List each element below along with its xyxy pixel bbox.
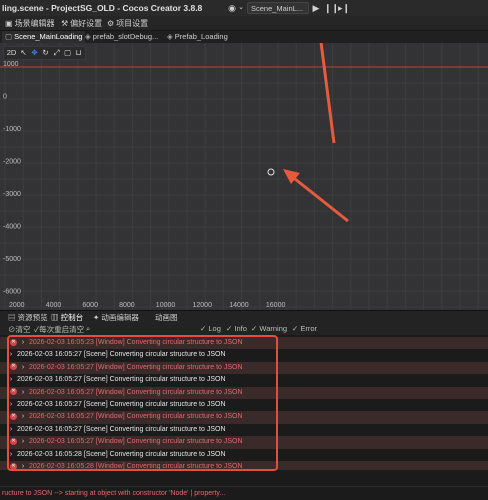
- step-icon[interactable]: ▸❙: [338, 2, 350, 14]
- clear-button[interactable]: ⊘清空: [8, 324, 31, 335]
- x-axis-label: 16000: [266, 302, 286, 309]
- info-filter-toggle[interactable]: ✓ Info: [226, 324, 247, 333]
- clear-on-restart-label: 每次重启清空: [39, 325, 85, 334]
- menu-bar: ▣ 场景编辑器 ⚒ 偏好设置 ⚙ 项目设置: [0, 16, 488, 31]
- tab-label: Scene_MainLoading: [14, 32, 83, 41]
- clear-on-restart-toggle[interactable]: ✓每次重启清空: [34, 324, 84, 335]
- menu-preferences-label: 偏好设置: [70, 19, 103, 28]
- clear-icon: ⊘: [8, 325, 16, 334]
- rotate-icon[interactable]: ↻: [41, 48, 50, 58]
- wrench-icon: ⚒: [61, 19, 69, 28]
- check-icon: ✓: [251, 324, 258, 333]
- window-title: ling.scene - ProjectSG_OLD - Cocos Creat…: [2, 3, 203, 13]
- search-icon[interactable]: ⌕: [86, 324, 90, 334]
- y-axis-label: -6000: [3, 289, 21, 296]
- scene-icon: ▢: [5, 32, 13, 41]
- y-axis-label: 1000: [3, 61, 19, 68]
- tab-label: prefab_slotDebug...: [92, 32, 159, 41]
- log-filter-toggle[interactable]: ✓ Log: [200, 324, 221, 333]
- x-axis-label: 2000: [9, 302, 25, 309]
- menu-scene-editor-label: 场景编辑器: [14, 19, 55, 28]
- x-axis-label: 6000: [82, 302, 98, 309]
- tab-label: 动画图: [155, 313, 178, 322]
- play-icon[interactable]: ▶: [311, 2, 321, 14]
- tab-prefab-loading[interactable]: ◈ Prefab_Loading: [164, 31, 231, 43]
- y-axis-label: -5000: [3, 256, 21, 263]
- menu-project-settings[interactable]: ⚙ 项目设置: [107, 18, 148, 29]
- tab-animation-graph[interactable]: 动画图: [155, 312, 178, 323]
- y-axis-label: -3000: [3, 191, 21, 198]
- tab-label: Prefab_Loading: [174, 32, 228, 41]
- tab-animation-editor[interactable]: ✦ 动画编辑器: [93, 312, 139, 323]
- warning-filter-toggle[interactable]: ✓ Warning: [251, 324, 287, 333]
- pause-icon[interactable]: ❙❙: [324, 2, 339, 14]
- prefab-icon: ◈: [85, 32, 91, 41]
- tab-label: 动画编辑器: [101, 313, 139, 322]
- y-axis-label: -4000: [3, 224, 21, 231]
- console-toolbar: ⊘清空 ✓每次重启清空 ⌕ ✓ Log ✓ Info ✓ Warning ✓ E…: [0, 323, 488, 335]
- move-icon[interactable]: ✥: [30, 48, 39, 58]
- select-icon[interactable]: ↖: [19, 48, 28, 58]
- scene-editor-icon: ▣: [5, 19, 13, 28]
- status-bar: ructure to JSON --> starting at object w…: [0, 486, 488, 500]
- x-axis-label: 10000: [156, 302, 176, 309]
- title-bar: ling.scene - ProjectSG_OLD - Cocos Creat…: [0, 0, 488, 17]
- bottom-tab-bar: ▤ 资源预览 ▥ 控制台 ✦ 动画编辑器 动画图: [0, 310, 488, 323]
- check-icon: ✓: [200, 324, 207, 333]
- annotation-arrow-top: [319, 43, 336, 144]
- animation-icon: ✦: [93, 313, 100, 322]
- log-label: Log: [208, 324, 221, 333]
- scene-tab-bar: ▢ Scene_MainLoading ◈ prefab_slotDebug... …: [0, 31, 488, 44]
- clear-label: 清空: [15, 325, 31, 334]
- tab-label: 控制台: [60, 313, 84, 322]
- asset-preview-icon: ▤: [8, 313, 16, 322]
- scene-grid: 10000-1000-2000-3000-4000-5000-6000-7000…: [0, 43, 488, 310]
- tab-label: 资源预览: [17, 313, 48, 322]
- annotation-highlight-box: [7, 335, 278, 471]
- x-axis-label: 12000: [193, 302, 213, 309]
- y-axis-label: -1000: [3, 126, 21, 133]
- scene-select[interactable]: Scene_MainL...: [247, 2, 309, 14]
- snap-icon[interactable]: ⊔: [74, 48, 83, 58]
- tab-console[interactable]: ▥ 控制台: [51, 312, 83, 323]
- error-filter-toggle[interactable]: ✓ Error: [292, 324, 317, 333]
- check-icon: ✓: [226, 324, 233, 333]
- check-icon: ✓: [292, 324, 299, 333]
- x-axis-label: 14000: [229, 302, 249, 309]
- scene-toolbar: 2D ↖ ✥ ↻ ⤢ ▢ ⊔: [3, 46, 86, 60]
- 2d-toggle[interactable]: 2D: [6, 48, 17, 58]
- scale-icon[interactable]: ⤢: [52, 48, 61, 58]
- y-axis-label: 0: [3, 94, 7, 101]
- menu-project-settings-label: 项目设置: [116, 19, 149, 28]
- warning-label: Warning: [259, 324, 288, 333]
- node-gizmo[interactable]: [267, 168, 275, 176]
- y-axis-label: -2000: [3, 159, 21, 166]
- error-label: Error: [300, 324, 318, 333]
- prefab-icon: ◈: [167, 32, 173, 41]
- info-label: Info: [234, 324, 247, 333]
- dropdown-chevron-icon[interactable]: ⌄: [238, 2, 244, 14]
- menu-scene-editor[interactable]: ▣ 场景编辑器: [5, 18, 55, 29]
- menu-preferences[interactable]: ⚒ 偏好设置: [61, 18, 102, 29]
- rect-icon[interactable]: ▢: [63, 48, 72, 58]
- droplet-icon[interactable]: ◉: [227, 2, 237, 14]
- gear-icon: ⚙: [107, 19, 115, 28]
- x-axis-label: 4000: [46, 302, 62, 309]
- console-icon: ▥: [51, 313, 59, 322]
- tab-asset-preview[interactable]: ▤ 资源预览: [8, 312, 48, 323]
- tab-prefab-slotdebug[interactable]: ◈ prefab_slotDebug...: [82, 31, 161, 43]
- scene-viewport[interactable]: 10000-1000-2000-3000-4000-5000-6000-7000…: [0, 43, 488, 310]
- x-axis-label: 8000: [119, 302, 135, 309]
